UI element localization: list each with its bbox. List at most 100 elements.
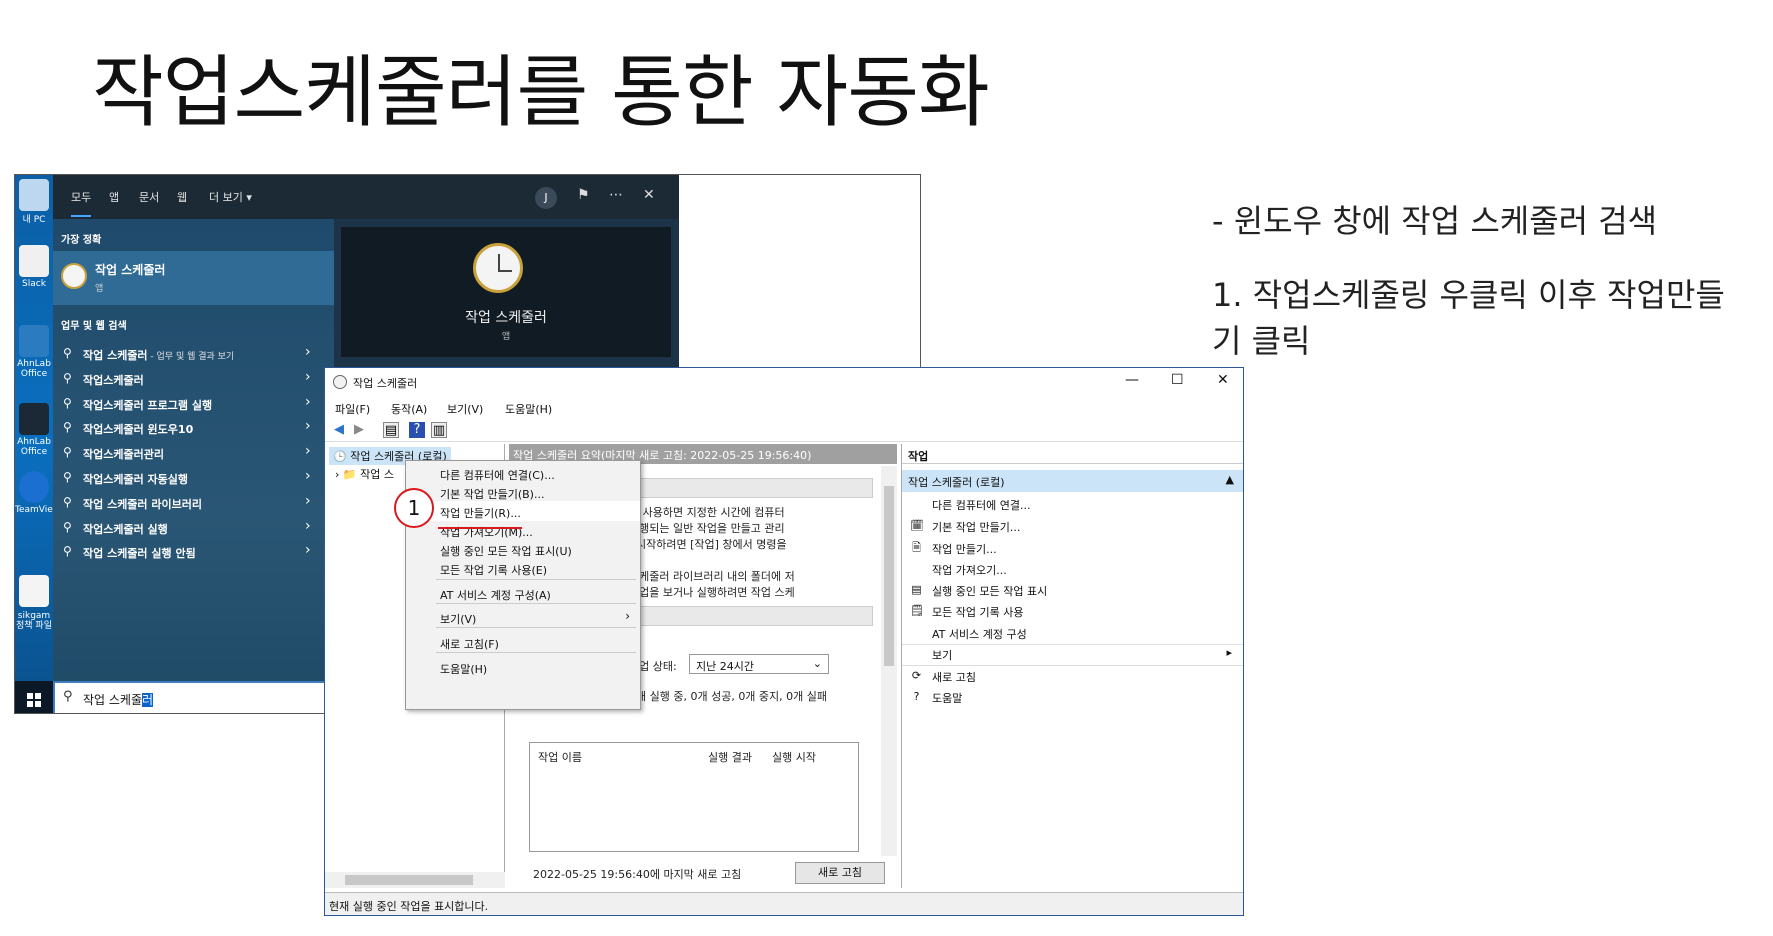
column-run-start[interactable]: 실행 시작 [772,749,816,765]
avatar[interactable]: J [535,187,557,209]
context-menu-item[interactable]: 실행 중인 모든 작업 표시(U) [406,539,640,559]
context-menu-item[interactable]: 작업 가져오기(M)... [406,520,640,540]
search-icon: ⚲ [63,420,72,435]
menu-separator [436,627,636,628]
action-pane-icon[interactable]: ▥ [431,422,447,438]
search-result-item[interactable]: ⚲ 작업 스케줄러 라이브러리 › [53,490,334,516]
search-result-item[interactable]: ⚲ 작업스케줄러 › [53,366,334,392]
search-result-item[interactable]: ⚲ 작업 스케줄러 - 업무 및 웹 결과 보기 › [53,341,334,367]
help-icon[interactable]: ? [409,422,425,438]
best-match-header: 가장 정확 [61,235,102,246]
refresh-button[interactable]: 새로 고침 [795,862,885,884]
search-result-item[interactable]: ⚲ 작업 스케줄러 실행 안됨 › [53,539,334,565]
maximize-icon[interactable]: ☐ [1171,372,1184,388]
menu-file[interactable]: 파일(F) [335,401,370,417]
context-menu-item[interactable]: 다른 컴퓨터에 연결(C)... [406,463,640,483]
action-label: 작업 가져오기... [932,564,1007,577]
action-item[interactable]: 🗓 기본 작업 만들기... [902,514,1243,538]
chevron-right-icon: › [305,492,311,509]
search-icon: ⚲ [63,370,72,385]
action-label: 다른 컴퓨터에 연결... [932,499,1031,512]
action-label: 실행 중인 모든 작업 표시 [932,585,1048,598]
description-line: 를 사용하면 지정한 시간에 컴퓨터 [629,506,785,519]
windows-start-icon[interactable] [27,693,41,707]
preview-title[interactable]: 작업 스케줄러 [341,307,671,327]
search-result-label: 작업스케줄러 [83,373,144,387]
search-icon: ⚲ [63,346,72,360]
status-period-select[interactable]: 지난 24시간 ⌄ [689,654,829,674]
context-menu-item[interactable]: 도움말(H) [406,657,640,677]
title-bar: 작업 스케줄러 — ☐ ✕ [325,368,1243,396]
summary-vertical-scrollbar[interactable] [881,466,897,856]
context-menu-item[interactable]: 기본 작업 만들기(B)... [406,482,640,502]
desktop-icon-label: Slack [22,279,46,289]
search-value: 작업 스케줄러 [83,693,154,707]
tab-all[interactable]: 모두 [71,189,92,217]
search-result-item[interactable]: ⚲ 작업스케줄러 프로그램 실행 › [53,391,334,417]
search-result-label: 작업스케줄러 실행 [83,522,168,536]
teamviewer-icon[interactable] [19,471,49,503]
action-item[interactable]: 다른 컴퓨터에 연결... [902,492,1243,516]
column-task-name[interactable]: 작업 이름 [538,749,582,765]
search-result-item[interactable]: ⚲ 작업스케줄러관리 › [53,440,334,466]
collapse-icon[interactable]: ▲ [1226,473,1234,486]
context-menu-item[interactable]: 새로 고침(F) [406,632,640,652]
action-label: 작업 만들기... [932,543,997,556]
best-match-item[interactable]: 작업 스케줄러 앱 [53,251,334,305]
search-result-label: 작업 스케줄러 - 업무 및 웹 결과 보기 [83,349,235,362]
chevron-right-icon: › [305,344,311,360]
document-icon[interactable] [19,575,49,607]
menu-separator [436,652,636,653]
status-summary: 0개 실행 중, 0개 성공, 0개 중지, 0개 실패 [629,690,828,703]
search-result-label: 작업스케줄러 윈도우10 [83,423,194,437]
close-icon[interactable]: ✕ [643,187,655,203]
close-icon[interactable]: ✕ [1217,372,1229,388]
feedback-icon[interactable]: ⚑ [577,187,590,203]
context-menu-item[interactable]: 보기(V) › [406,607,640,627]
this-pc-icon[interactable] [19,179,49,211]
task-table[interactable]: 작업 이름 실행 결과 실행 시작 [529,742,859,852]
back-arrow-icon[interactable]: ◀ [331,422,347,438]
actions-subheader[interactable]: 작업 스케줄러 (로컬) ▲ [902,470,1243,492]
desktop-icon-label: AhnLab Office [17,437,51,457]
status-bar: 현재 실행 중인 작업을 표시합니다. [325,892,1243,915]
menu-view[interactable]: 보기(V) [447,401,483,417]
ahnlab-office-icon[interactable] [19,325,49,357]
search-result-item[interactable]: ⚲ 작업스케줄러 윈도우10 › [53,415,334,441]
action-item[interactable]: ? 도움말 [902,685,1243,709]
start-tabs: 모두 앱 문서 웹 더 보기 ▾ J ⚑ ⋯ ✕ [53,175,679,219]
search-result-item[interactable]: ⚲ 작업스케줄러 실행 › [53,515,334,541]
tab-documents[interactable]: 문서 [139,189,159,205]
tab-web[interactable]: 웹 [177,189,187,205]
slack-icon[interactable] [19,245,49,277]
menu-separator [436,603,636,604]
context-menu-item[interactable]: 작업 만들기(R)... [406,501,640,521]
tab-more[interactable]: 더 보기 ▾ [209,189,252,205]
column-run-result[interactable]: 실행 결과 [708,749,752,765]
tree-item-library[interactable]: › 📁 작업 스 [335,466,394,482]
description-line: 수행되는 일반 작업을 만들고 관리 [629,522,785,535]
clock-icon [333,375,347,389]
more-options-icon[interactable]: ⋯ [609,187,623,203]
action-label: 기본 작업 만들기... [932,521,1021,534]
tab-apps[interactable]: 앱 [109,189,119,205]
context-menu-item[interactable]: AT 서비스 계정 구성(A) [406,583,640,603]
action-label: AT 서비스 계정 구성 [932,628,1027,641]
console-tree-icon[interactable]: ▤ [383,422,399,438]
search-icon: ⚲ [63,470,72,484]
action-item[interactable]: 🗒 모든 작업 기록 사용 [902,599,1243,623]
tree-horizontal-scrollbar[interactable] [325,872,505,888]
desktop-icon-label: AhnLab Office [17,359,51,379]
ahnlab-office-icon[interactable] [19,403,49,435]
context-menu-item[interactable]: 모든 작업 기록 사용(E) [406,558,640,578]
note-line-1: - 윈도우 창에 작업 스케줄러 검색 [1212,202,1658,240]
basic-task-icon: 🗓 [910,519,924,532]
search-input[interactable]: ⚲ 작업 스케줄러 [53,681,334,713]
menu-action[interactable]: 동작(A) [391,401,427,417]
action-item[interactable]: 보기 ▸ [902,642,1243,666]
forward-arrow-icon[interactable]: ▶ [351,422,367,438]
minimize-icon[interactable]: — [1125,372,1139,388]
menu-help[interactable]: 도움말(H) [505,401,552,417]
submenu-arrow-icon: › [625,609,630,623]
search-result-item[interactable]: ⚲ 작업스케줄러 자동실행 › [53,465,334,491]
